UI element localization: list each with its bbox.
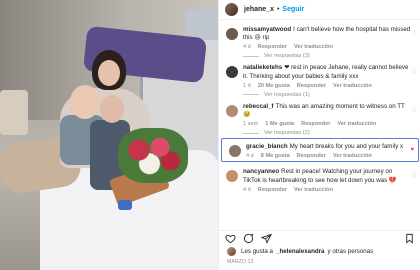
comment-time: 1 sem xyxy=(243,121,259,128)
likes-summary[interactable]: Les gusta a _helenalexandra y otras pers… xyxy=(227,247,374,256)
comment-time: 4 d xyxy=(246,153,254,160)
post-sidebar: jehane_x • Seguir missamyatwood I can't b… xyxy=(218,0,420,270)
reply-button[interactable]: Responder xyxy=(258,44,287,50)
view-replies-button[interactable]: Ver respuestas (3) xyxy=(243,53,411,59)
liker-avatar xyxy=(227,247,236,256)
view-replies-label: Ver respuestas (3) xyxy=(264,53,310,60)
comment-time: 4 d xyxy=(243,44,251,51)
likes-prefix: Les gusta a xyxy=(241,248,273,255)
follow-button[interactable]: Seguir xyxy=(282,6,304,13)
commenter-avatar[interactable] xyxy=(226,104,238,117)
translate-button[interactable]: Ver traducción xyxy=(337,121,376,127)
translate-button[interactable]: Ver traducción xyxy=(333,83,372,89)
commenter-avatar[interactable] xyxy=(229,145,241,158)
comment-meta: 4 d Responder Ver traducción xyxy=(243,187,411,193)
translate-button[interactable]: Ver traducción xyxy=(294,187,333,193)
likes-suffix[interactable]: y otras personas xyxy=(328,248,374,255)
commenter-username[interactable]: gracie_blanch xyxy=(246,143,288,150)
author-username[interactable]: jehane_x xyxy=(244,6,274,13)
comment-meta: 4 d 8 Me gusta Responder Ver traducción xyxy=(246,153,408,159)
commenter-username[interactable]: rebeccal_f xyxy=(243,103,274,110)
comment-item: missamyatwood I can't believe how the hos… xyxy=(219,22,420,59)
commenter-avatar[interactable] xyxy=(226,28,238,40)
commenter-username[interactable]: nancyanneo xyxy=(243,168,279,175)
header-separator: • xyxy=(276,6,280,13)
reply-button[interactable]: Responder xyxy=(297,153,326,159)
post-date: MARZO 13 xyxy=(227,259,254,265)
photo-child2-head xyxy=(100,95,124,123)
comment-text: My heart breaks for you and your family … xyxy=(289,143,404,151)
photo-child-head xyxy=(70,85,100,119)
replies-line xyxy=(243,55,259,57)
comment-list[interactable]: missamyatwood I can't believe how the hos… xyxy=(219,22,420,228)
heart-icon[interactable] xyxy=(225,233,236,244)
author-avatar[interactable] xyxy=(225,3,238,16)
share-icon[interactable] xyxy=(261,233,272,244)
view-replies-label: Ver respuestas (1) xyxy=(264,91,310,98)
comment-time: 4 d xyxy=(243,186,251,193)
comment-item: natalieketehs ❤ rest in peace Jehane, rea… xyxy=(219,60,420,98)
comment-likes[interactable]: 20 Me gusta xyxy=(258,83,290,89)
comment-meta: 1 d 20 Me gusta Responder Ver traducción xyxy=(243,83,411,89)
comment-likes[interactable]: 1 Me gusta xyxy=(265,121,294,127)
photo-tray xyxy=(0,90,28,135)
photo-woman-face xyxy=(98,60,120,86)
translate-button[interactable]: Ver traducción xyxy=(294,44,333,50)
comment-item-highlighted: gracie_blanch My heart breaks for you and… xyxy=(221,138,419,163)
commenter-avatar[interactable] xyxy=(226,66,238,79)
view-replies-button[interactable]: Ver respuestas (2) xyxy=(243,130,411,136)
view-replies-label: Ver respuestas (2) xyxy=(264,130,310,137)
comment-heart-icon[interactable]: ♡ xyxy=(412,68,417,75)
reply-button[interactable]: Responder xyxy=(297,83,326,89)
replies-line xyxy=(243,132,259,134)
comment-meta: 1 sem 1 Me gusta Responder Ver traducció… xyxy=(243,121,411,127)
comment-likes[interactable]: 8 Me gusta xyxy=(261,153,290,159)
replies-line xyxy=(243,94,259,96)
comment-heart-icon[interactable]: ♡ xyxy=(412,107,417,114)
likes-username[interactable]: _helenalexandra xyxy=(276,248,325,255)
comment-heart-icon[interactable]: ♡ xyxy=(412,30,417,37)
comment-heart-icon[interactable]: ♡ xyxy=(412,172,417,179)
comment-icon[interactable] xyxy=(243,233,254,244)
comment-item: rebeccal_f This was an amazing moment to … xyxy=(219,99,420,136)
comment-item: nancyanneo Rest in peace! Watching your j… xyxy=(219,164,420,193)
photo-bouquet xyxy=(118,128,188,183)
view-replies-button[interactable]: Ver respuestas (1) xyxy=(243,92,411,98)
commenter-avatar[interactable] xyxy=(226,170,238,183)
post-photo[interactable] xyxy=(0,0,218,270)
comment-heart-icon-liked[interactable]: ♥ xyxy=(410,147,414,153)
bookmark-icon[interactable] xyxy=(404,233,415,244)
comment-meta: 4 d Responder Ver traducción xyxy=(243,44,411,50)
translate-button[interactable]: Ver traducción xyxy=(333,153,372,159)
commenter-username[interactable]: missamyatwood xyxy=(243,26,291,33)
photo-shoes xyxy=(118,200,132,210)
reply-button[interactable]: Responder xyxy=(301,121,330,127)
comment-time: 1 d xyxy=(243,82,251,89)
commenter-username[interactable]: natalieketehs xyxy=(243,64,282,71)
reply-button[interactable]: Responder xyxy=(258,187,287,193)
post-action-bar xyxy=(219,230,420,246)
post-header: jehane_x • Seguir xyxy=(219,0,420,20)
